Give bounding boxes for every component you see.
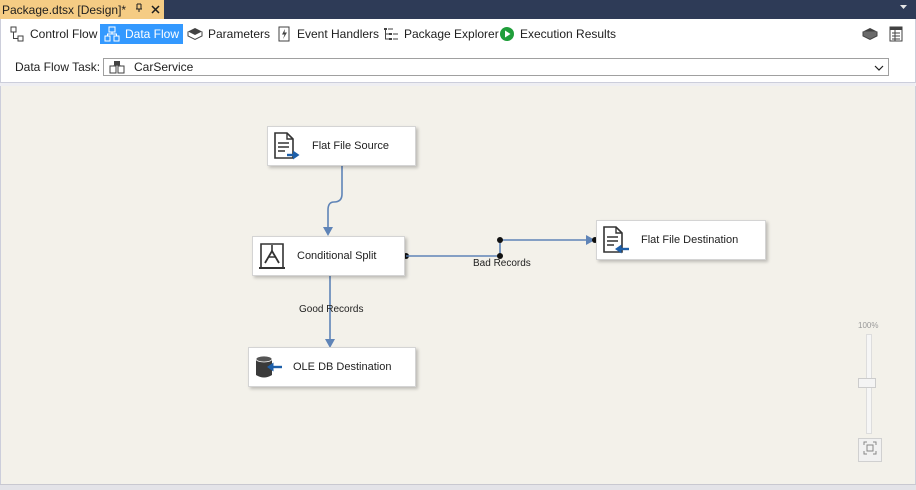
component-conditional-split[interactable]: Conditional Split: [252, 236, 405, 276]
path-label-bad-records[interactable]: Bad Records: [473, 258, 531, 269]
chevron-down-icon[interactable]: [873, 61, 885, 73]
component-label: Flat File Source: [312, 140, 390, 152]
flat-file-source-icon: [272, 131, 302, 161]
path-source-to-split[interactable]: [327, 166, 343, 229]
tab-label: Event Handlers: [297, 27, 380, 41]
component-label: Conditional Split: [297, 250, 377, 262]
tab-execution-results[interactable]: Execution Results: [495, 24, 620, 44]
designer-toolbar: Control Flow Data Flow Parameters Event …: [0, 19, 916, 49]
ole-db-destination-icon: [253, 352, 283, 382]
package-explorer-icon: [383, 26, 399, 42]
parameters-icon: [187, 26, 203, 42]
zoom-percent-label: 100%: [858, 321, 879, 330]
path-bad-records[interactable]: [406, 239, 587, 257]
tab-label: Parameters: [208, 27, 271, 41]
task-selector-label: Data Flow Task:: [15, 60, 101, 74]
ssis-designer-window: Package.dtsx [Design]* Control Flow Data…: [0, 0, 916, 490]
data-flow-icon: [104, 26, 120, 42]
tab-label: Package Explorer: [404, 27, 499, 41]
tab-label: Data Flow: [125, 27, 180, 41]
tab-event-handlers[interactable]: Event Handlers: [272, 24, 383, 44]
component-flat-file-source[interactable]: Flat File Source: [267, 126, 416, 166]
component-ole-db-destination[interactable]: OLE DB Destination: [248, 347, 416, 387]
path-label-good-records[interactable]: Good Records: [299, 304, 363, 315]
path-arrowhead: [323, 227, 333, 236]
control-flow-icon: [9, 26, 25, 42]
event-handlers-icon: [276, 26, 292, 42]
conditional-split-icon: [257, 241, 287, 271]
tab-control-flow[interactable]: Control Flow: [5, 24, 101, 44]
document-tab-strip: Package.dtsx [Design]*: [0, 0, 916, 19]
data-paths: [323, 166, 598, 348]
flat-file-destination-icon: [601, 225, 631, 255]
tab-parameters[interactable]: Parameters: [183, 24, 274, 44]
data-flow-task-select[interactable]: CarService: [103, 58, 889, 76]
component-label: OLE DB Destination: [293, 361, 392, 373]
task-selector-bar: Data Flow Task: CarService: [0, 49, 916, 83]
canvas-bottom-edge: [0, 484, 916, 490]
close-icon[interactable]: [151, 3, 160, 17]
data-flow-task-icon: [109, 60, 125, 74]
pin-icon[interactable]: [134, 3, 144, 16]
data-flow-canvas[interactable]: Flat File Source Conditional Split Flat …: [0, 86, 916, 484]
fit-to-window-icon: [863, 441, 877, 460]
document-tab[interactable]: Package.dtsx [Design]*: [0, 0, 165, 19]
tab-list-dropdown-icon[interactable]: [899, 2, 908, 14]
zoom-to-fit-button[interactable]: [858, 438, 882, 462]
document-tab-title: Package.dtsx [Design]*: [2, 2, 127, 17]
tab-label: Execution Results: [520, 27, 617, 41]
tab-label: Control Flow: [30, 27, 98, 41]
zoom-control: 100%: [855, 316, 885, 466]
data-flow-task-value: CarService: [134, 60, 194, 74]
path-handle-dot[interactable]: [497, 237, 503, 243]
variables-window-icon[interactable]: [888, 26, 904, 42]
component-flat-file-destination[interactable]: Flat File Destination: [596, 220, 766, 260]
tab-package-explorer[interactable]: Package Explorer: [379, 24, 503, 44]
execution-results-icon: [499, 26, 515, 42]
component-label: Flat File Destination: [641, 234, 739, 246]
package-icon[interactable]: [862, 26, 878, 42]
zoom-slider-thumb[interactable]: [858, 378, 876, 388]
tab-data-flow[interactable]: Data Flow: [100, 24, 184, 44]
